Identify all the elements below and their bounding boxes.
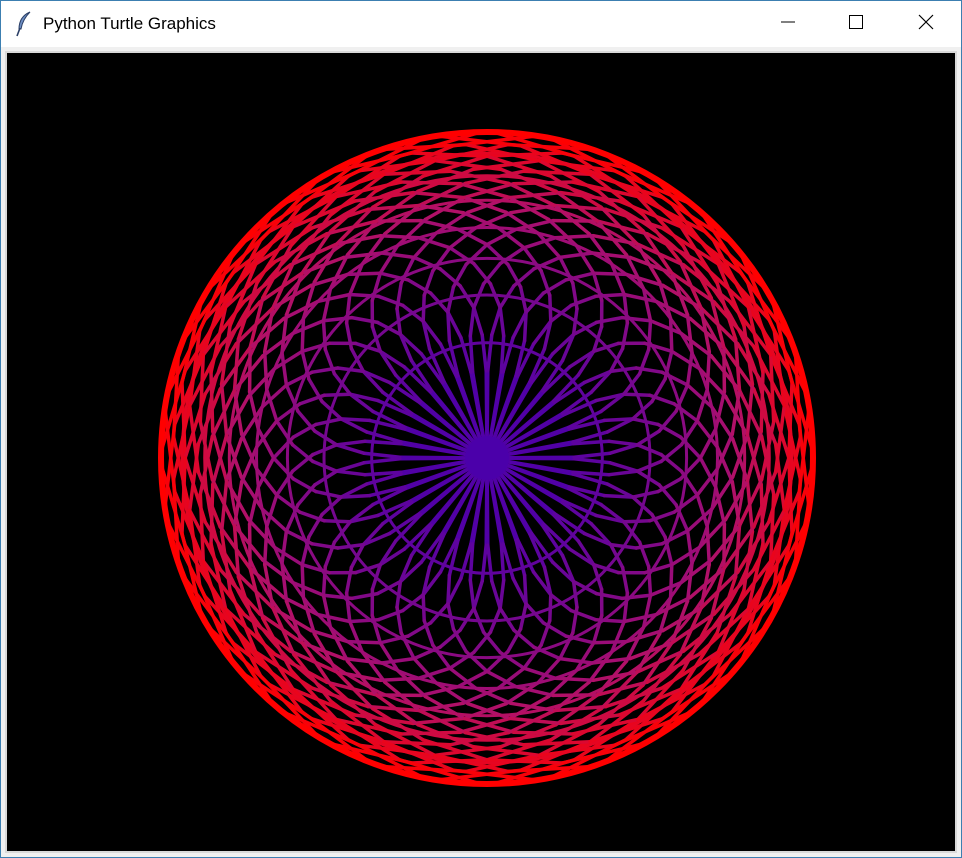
spiral-arm-segment xyxy=(486,333,494,373)
spiral-arm-segment xyxy=(379,656,416,665)
spiral-arm-segment xyxy=(591,271,629,277)
spiral-arm-segment xyxy=(553,233,596,240)
spiral-arm-segment xyxy=(522,246,543,273)
spiral-arm-segment xyxy=(602,493,635,499)
title-bar[interactable]: Python Turtle Graphics xyxy=(1,1,961,47)
spiral-arm-segment xyxy=(468,578,476,611)
spiral-arm-segment xyxy=(345,639,383,645)
maximize-button[interactable] xyxy=(833,1,879,47)
spiral-arm-segment xyxy=(522,310,528,343)
spiral-arm-segment xyxy=(472,579,484,611)
spiral-arm-segment xyxy=(271,435,296,460)
spiral-arm-segment xyxy=(431,643,452,670)
spiral-drawing xyxy=(158,129,816,787)
close-icon xyxy=(918,14,934,35)
spiral-arm-segment xyxy=(378,676,421,683)
spiral-arm-segment xyxy=(363,439,403,446)
minimize-icon xyxy=(781,15,795,34)
spiral-arm-segment xyxy=(219,478,229,534)
spiral-arm-segment xyxy=(705,349,712,392)
spiral-arm-segment xyxy=(334,443,366,455)
spiral-arm-segment xyxy=(334,439,367,447)
spiral-arm-segment xyxy=(280,350,289,387)
spiral-arm-segment xyxy=(378,233,421,240)
spiral-arm-segment xyxy=(290,452,315,473)
spiral-arm-segment xyxy=(558,251,595,260)
spiral-arm-segment xyxy=(490,305,502,337)
spiral-arm-segment xyxy=(362,451,402,459)
spiral-arm-segment xyxy=(411,190,467,200)
spiral-arm-segment xyxy=(572,457,612,465)
spiral-arm-segment xyxy=(678,456,703,481)
spiral-arm-segment xyxy=(553,676,596,683)
spiral-arm-segment xyxy=(480,333,488,373)
spiral-arm-segment xyxy=(571,470,611,477)
spiral-arm-segment xyxy=(705,524,712,567)
spiral-arm-segment xyxy=(485,242,510,267)
spiral-arm-segment xyxy=(672,493,699,514)
spiral-arm-segment xyxy=(607,439,640,447)
spiral-arm-segment xyxy=(668,316,674,354)
spiral-arm-segment xyxy=(498,578,506,611)
spiral-arm-segment xyxy=(362,457,402,465)
spiral-arm-segment xyxy=(334,469,367,477)
spiral-arm-segment xyxy=(507,716,563,726)
spiral-arm-segment xyxy=(745,382,755,438)
spiral-arm-segment xyxy=(490,579,502,611)
spiral-arm-segment xyxy=(486,543,494,583)
spiral-arm-segment xyxy=(498,305,506,338)
spiral-arm-segment xyxy=(262,349,269,392)
spiral-arm-segment xyxy=(468,305,476,338)
maximize-icon xyxy=(849,14,863,34)
spiral-arm-segment xyxy=(572,451,612,459)
spiral-arm-segment xyxy=(345,271,383,277)
minimize-button[interactable] xyxy=(765,1,811,47)
spiral-arm-segment xyxy=(591,639,629,645)
spiral-arm-segment xyxy=(480,543,488,583)
spiral-arm-segment xyxy=(275,402,302,423)
spiral-arm-segment xyxy=(668,562,674,600)
spiral-arm-segment xyxy=(685,350,694,387)
close-button[interactable] xyxy=(903,1,949,47)
spiral-arm-segment xyxy=(280,529,289,566)
turtle-canvas[interactable] xyxy=(7,53,955,851)
spiral-arm-segment xyxy=(659,443,684,464)
spiral-arm-segment xyxy=(262,524,269,567)
spiral-arm-segment xyxy=(300,562,306,600)
spiral-arm-segment xyxy=(339,417,372,423)
window-title: Python Turtle Graphics xyxy=(43,14,216,33)
spiral-arm-segment xyxy=(472,261,493,286)
spiral-arm-segment xyxy=(300,316,306,354)
canvas-frame xyxy=(5,51,957,853)
spiral-arm-segment xyxy=(481,630,502,655)
spiral-arm-segment xyxy=(379,251,416,260)
spiral-arm-segment xyxy=(446,573,452,606)
spiral-arm-segment xyxy=(472,305,484,337)
spiral-arm-segment xyxy=(468,542,475,582)
spiral-arm-segment xyxy=(558,656,595,665)
spiral-arm-segment xyxy=(685,529,694,566)
app-window: Python Turtle Graphics xyxy=(0,0,962,858)
spiral-center xyxy=(465,436,509,480)
spiral-arm-segment xyxy=(499,334,506,374)
spiral-arm-segment xyxy=(608,443,640,455)
spiral-arm-segment xyxy=(608,461,640,473)
spiral-arm-segment xyxy=(464,649,489,674)
spiral-arm-segment xyxy=(607,469,640,477)
spiral-arm-segment xyxy=(334,461,366,473)
feather-icon xyxy=(15,11,35,37)
